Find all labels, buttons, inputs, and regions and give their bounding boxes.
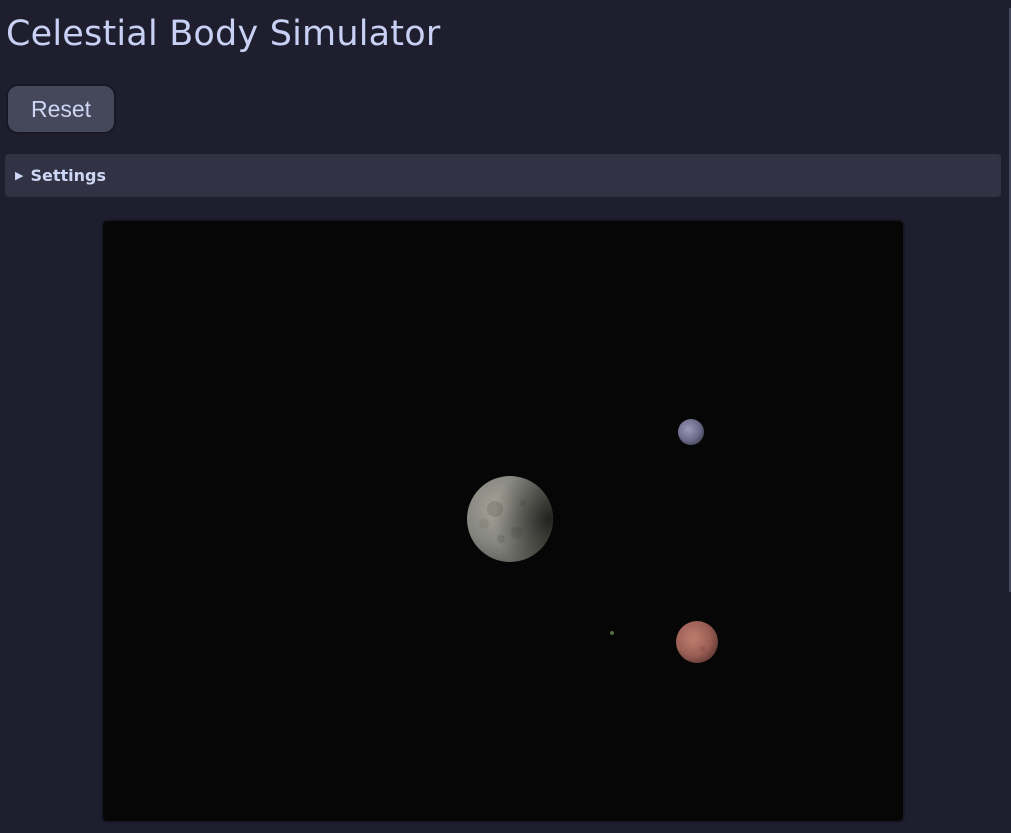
settings-label: Settings <box>30 166 106 185</box>
reset-button[interactable]: Reset <box>6 84 116 134</box>
settings-toggle[interactable]: ▶ Settings <box>15 154 106 197</box>
simulation-svg <box>467 419 718 663</box>
red-planet-body <box>676 621 718 663</box>
settings-panel: ▶ Settings <box>5 154 1001 197</box>
blue-grey-planet-body <box>678 419 704 445</box>
page-title: Celestial Body Simulator <box>6 14 441 54</box>
grey-moon-body <box>467 476 553 562</box>
simulation-canvas[interactable] <box>101 219 905 823</box>
green-dot-body <box>610 631 614 635</box>
disclosure-triangle-icon: ▶ <box>15 169 24 182</box>
app-page: Celestial Body Simulator Reset ▶ Setting… <box>0 0 1011 833</box>
